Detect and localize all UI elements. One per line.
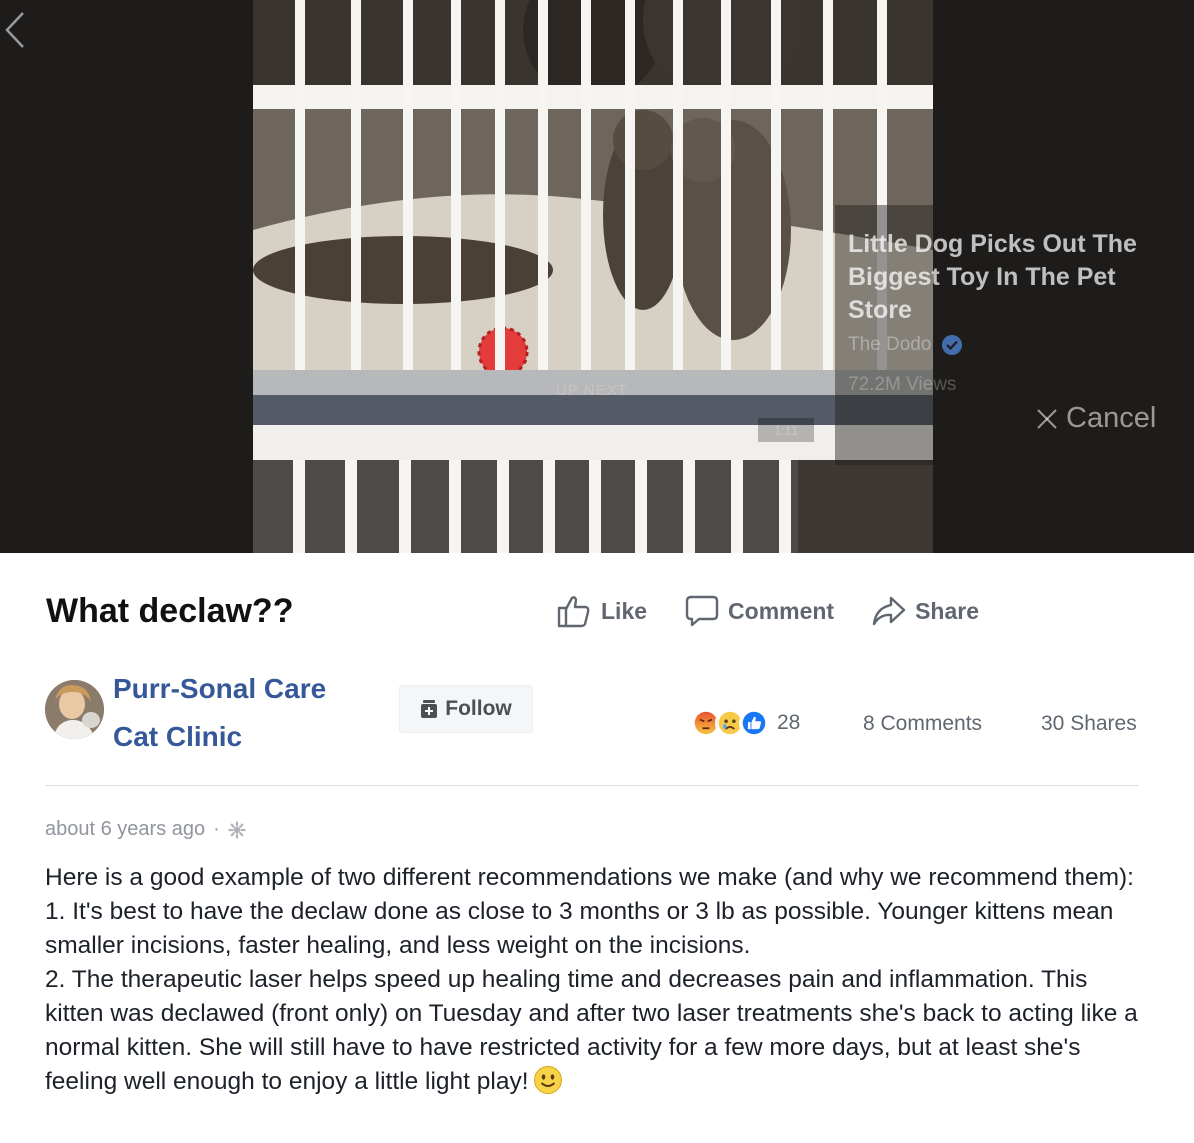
back-button[interactable] [0,8,30,52]
cancel-autoplay-button[interactable]: Cancel [1036,402,1156,435]
page-name-link[interactable]: Purr-Sonal Care Cat Clinic [113,665,373,761]
shares-count-link[interactable]: 30 Shares [1041,712,1137,736]
post-body-paragraph-point-1: 1. It's best to have the declaw done as … [45,898,1114,959]
post-meta: about 6 years ago · [45,818,246,841]
like-reaction-icon [739,708,769,738]
follow-icon [421,700,438,718]
comment-button[interactable]: Comment [685,594,834,628]
follow-label: Follow [445,697,512,720]
like-button[interactable]: Like [556,594,647,628]
reaction-count: 28 [777,711,801,734]
video-player[interactable]: UP NEXT 1:11 Little Dog Picks Out The Bi… [0,0,1194,553]
up-next-source[interactable]: The Dodo [848,334,963,356]
up-next-duration: 1:11 [758,418,814,442]
close-icon [1037,408,1057,429]
up-next-views: 72.2M Views [848,374,957,395]
share-label: Share [915,597,980,624]
share-arrow-icon [872,596,906,626]
smile-emoji-icon [533,1066,562,1094]
comment-label: Comment [728,597,835,624]
post-body-point-2-text: 2. The therapeutic laser helps speed up … [45,966,1138,1095]
like-label: Like [601,597,648,624]
follow-button[interactable]: Follow [399,685,533,733]
share-button[interactable]: Share [872,594,979,628]
divider [45,785,1139,786]
cancel-label: Cancel [1066,402,1157,434]
up-next-source-name: The Dodo [848,334,932,355]
chevron-left-icon [5,12,24,48]
post-body-paragraph-intro: Here is a good example of two different … [45,864,1134,891]
video-frame[interactable] [253,0,933,553]
reactions-summary[interactable]: 28 [691,708,800,738]
page-avatar[interactable] [45,680,104,739]
avatar-photo [45,680,104,739]
up-next-title[interactable]: Little Dog Picks Out The Biggest Toy In … [848,228,1168,327]
post-actions: Like Comment Share [556,594,979,628]
post-title: What declaw?? [46,592,294,630]
post-timestamp[interactable]: about 6 years ago [45,818,205,841]
speech-bubble-icon [685,595,719,627]
post-body-paragraph-point-2: 2. The therapeutic laser helps speed up … [45,963,1145,1099]
up-next-label: UP NEXT [556,382,628,399]
post-body: Here is a good example of two different … [45,861,1145,1099]
public-globe-icon[interactable] [228,820,246,839]
comments-count-link[interactable]: 8 Comments [863,712,982,736]
thumbs-up-icon [557,596,590,628]
verified-badge-icon [941,334,963,356]
kittens-in-cage-image [253,0,933,553]
meta-separator: · [213,818,220,840]
